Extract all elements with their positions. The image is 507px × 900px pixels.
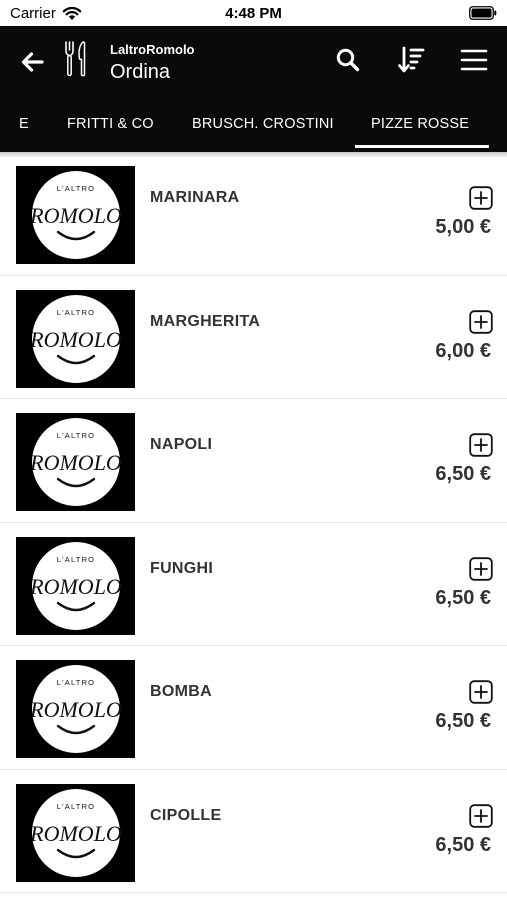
svg-text:L'ALTRO: L'ALTRO [56, 555, 94, 564]
tab-brusch-crostini[interactable]: BRUSCH. CROSTINI [192, 102, 334, 150]
svg-text:L'ALTRO: L'ALTRO [56, 431, 94, 440]
app-header: LaltroRomolo Ordina E FRITTI & CO BRUSCH… [0, 26, 507, 152]
product-image: L'ALTRO ROMOLO [16, 413, 135, 511]
svg-text:L'ALTRO: L'ALTRO [56, 802, 94, 811]
list-item[interactable]: L'ALTRO ROMOLO MARGHERITA 6,00 € [0, 276, 507, 399]
laltro-romolo-logo: L'ALTRO ROMOLO [29, 788, 122, 877]
tab-pizze-rosse[interactable]: PIZZE ROSSE [354, 102, 490, 150]
product-image: L'ALTRO ROMOLO [16, 660, 135, 758]
svg-text:ROMOLO: ROMOLO [29, 574, 122, 599]
restaurant-name: LaltroRomolo [110, 42, 195, 57]
search-button[interactable] [332, 44, 364, 76]
product-list: L'ALTRO ROMOLO MARINARA 5,00 € L'ALTRO R… [0, 152, 507, 893]
svg-text:ROMOLO: ROMOLO [29, 697, 122, 722]
status-bar: Carrier 4:48 PM [0, 0, 507, 26]
list-item[interactable]: L'ALTRO ROMOLO CIPOLLE 6,50 € [0, 770, 507, 893]
svg-text:L'ALTRO: L'ALTRO [56, 678, 94, 687]
product-name: NAPOLI [150, 436, 213, 453]
product-name: CIPOLLE [150, 806, 222, 824]
hamburger-menu-icon [460, 49, 488, 71]
svg-text:L'ALTRO: L'ALTRO [56, 308, 94, 317]
page-title: Ordina [110, 61, 171, 83]
svg-text:ROMOLO: ROMOLO [29, 821, 122, 846]
battery-icon [469, 6, 497, 20]
sort-icon [398, 46, 425, 73]
category-tabs: E FRITTI & CO BRUSCH. CROSTINI PIZZE ROS… [0, 102, 507, 152]
cutlery-icon [65, 41, 86, 77]
product-name: MARINARA [150, 189, 240, 206]
add-to-cart-plus-icon[interactable] [469, 556, 493, 581]
arrow-left-icon [21, 52, 44, 72]
laltro-romolo-logo: L'ALTRO ROMOLO [29, 294, 122, 383]
product-image: L'ALTRO ROMOLO [16, 166, 135, 264]
product-image: L'ALTRO ROMOLO [16, 536, 135, 635]
list-item[interactable]: L'ALTRO ROMOLO BOMBA 6,50 € [0, 646, 507, 770]
header-title-block: LaltroRomolo Ordina [110, 42, 195, 84]
add-to-cart-plus-icon[interactable] [469, 186, 493, 210]
product-price: 6,50 € [435, 586, 491, 609]
tab-fritti-e-co[interactable]: FRITTI & CO [67, 102, 154, 150]
list-item[interactable]: L'ALTRO ROMOLO MARINARA 5,00 € [0, 152, 507, 276]
svg-text:ROMOLO: ROMOLO [29, 450, 122, 475]
laltro-romolo-logo: L'ALTRO ROMOLO [29, 665, 122, 753]
product-name: BOMBA [150, 683, 212, 700]
product-name: MARGHERITA [150, 312, 261, 330]
laltro-romolo-logo: L'ALTRO ROMOLO [29, 171, 122, 259]
list-item[interactable]: L'ALTRO ROMOLO NAPOLI 6,50 € [0, 399, 507, 523]
search-icon [336, 48, 360, 72]
menu-button[interactable] [458, 44, 490, 76]
tab-partial[interactable]: E [19, 102, 29, 150]
svg-text:ROMOLO: ROMOLO [29, 327, 122, 352]
product-price: 6,50 € [435, 463, 491, 485]
product-image: L'ALTRO ROMOLO [16, 783, 135, 882]
sort-button[interactable] [395, 44, 427, 76]
product-image: L'ALTRO ROMOLO [16, 289, 135, 388]
add-to-cart-plus-icon[interactable] [469, 803, 493, 828]
svg-text:L'ALTRO: L'ALTRO [56, 184, 94, 193]
laltro-romolo-logo: L'ALTRO ROMOLO [29, 541, 122, 630]
back-button[interactable] [16, 48, 48, 76]
list-item[interactable]: L'ALTRO ROMOLO FUNGHI 6,50 € [0, 523, 507, 646]
product-price: 5,00 € [435, 216, 491, 238]
product-price: 6,00 € [435, 339, 491, 362]
svg-text:ROMOLO: ROMOLO [29, 203, 122, 228]
product-name: FUNGHI [150, 559, 214, 577]
product-price: 6,50 € [435, 710, 491, 732]
add-to-cart-plus-icon[interactable] [469, 680, 493, 704]
laltro-romolo-logo: L'ALTRO ROMOLO [29, 418, 122, 506]
status-time: 4:48 PM [225, 5, 282, 22]
add-to-cart-plus-icon[interactable] [469, 433, 493, 457]
add-to-cart-plus-icon[interactable] [469, 309, 493, 334]
product-price: 6,50 € [435, 833, 491, 856]
